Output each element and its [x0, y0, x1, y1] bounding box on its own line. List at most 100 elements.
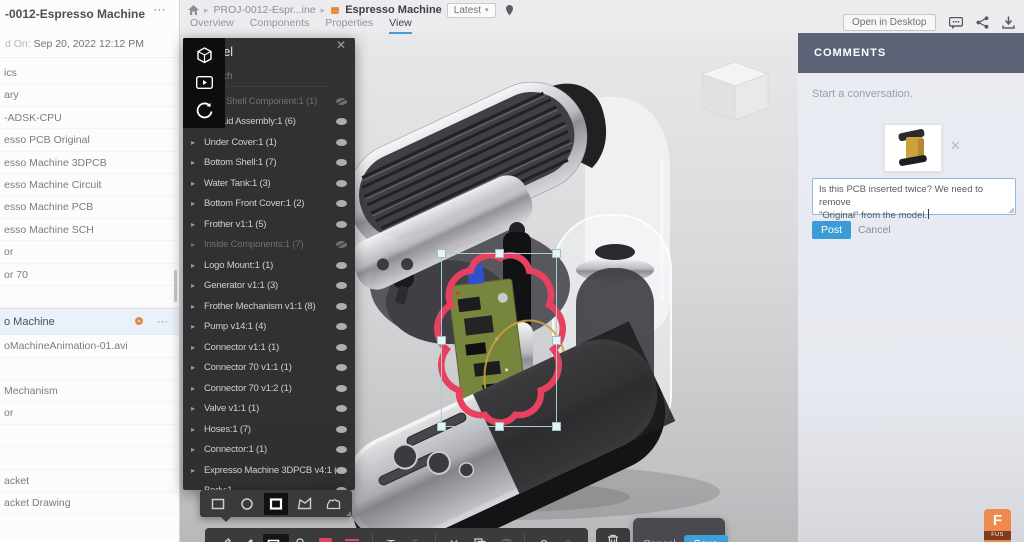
selection-handle[interactable] — [552, 249, 561, 258]
markup-text-style-button[interactable]: T▾ — [404, 534, 430, 542]
sidebar-item[interactable]: ics — [0, 62, 179, 84]
tree-item[interactable]: ▸Bottom Front Cover:1 (2) — [183, 194, 355, 215]
tree-item[interactable]: ▸Logo Mount:1 (1) — [183, 255, 355, 276]
tree-item[interactable]: ▸Pump v14:1 (4) — [183, 317, 355, 338]
cut-button[interactable]: ✕ — [441, 534, 467, 542]
sidebar-item[interactable]: -ADSK-CPU — [0, 107, 179, 129]
chevron-right-icon[interactable]: ▸ — [191, 302, 204, 311]
selection-handle[interactable] — [437, 336, 446, 345]
download-icon[interactable] — [1002, 16, 1015, 29]
sidebar-item-selected[interactable]: o Machine ⋯ — [0, 308, 179, 335]
chevron-right-icon[interactable]: ▸ — [191, 179, 204, 188]
visibility-eye-icon[interactable] — [336, 282, 347, 289]
item-menu-icon[interactable]: ⋯ — [157, 309, 169, 335]
chevron-right-icon[interactable]: ▸ — [191, 404, 204, 413]
chevron-right-icon[interactable]: ▸ — [191, 158, 204, 167]
visibility-off-icon[interactable] — [336, 98, 347, 105]
open-in-desktop-button[interactable]: Open in Desktop — [843, 14, 936, 31]
undo-button[interactable]: ↶ — [530, 534, 556, 542]
tree-item[interactable]: ▸Connector 70 v1:2 (1) — [183, 378, 355, 399]
sidebar-item[interactable]: esso Machine Circuit — [0, 174, 179, 196]
sidebar-item[interactable]: oMachineAnimation-01.avi — [0, 335, 179, 357]
visibility-eye-icon[interactable] — [336, 323, 347, 330]
tab-overview[interactable]: Overview — [190, 17, 234, 34]
shape-ellipse[interactable] — [235, 493, 259, 515]
chevron-right-icon[interactable]: ▸ — [191, 425, 204, 434]
model-browser-icon[interactable] — [191, 44, 217, 68]
sidebar-item[interactable]: Mechanism — [0, 380, 179, 402]
sidebar-item[interactable] — [0, 447, 179, 469]
comment-textarea[interactable]: Is this PCB inserted twice? We need to r… — [812, 178, 1016, 215]
animations-icon[interactable] — [191, 71, 217, 95]
visibility-off-icon[interactable] — [336, 241, 347, 248]
selection-handle[interactable] — [437, 422, 446, 431]
sidebar-item[interactable]: esso PCB Original — [0, 129, 179, 151]
breadcrumb-project[interactable]: PROJ-0012-Espr...ine — [214, 4, 316, 16]
tree-item[interactable]: ▸Connector v1:1 (1) — [183, 337, 355, 358]
markup-selection-box[interactable] — [441, 253, 557, 427]
tree-item[interactable]: ▸Frother v1:1 (5) — [183, 214, 355, 235]
markup-color-swatch[interactable]: ▾ — [315, 534, 341, 542]
tree-item[interactable]: Body:1 — [183, 481, 355, 491]
markup-shape-button[interactable]: ▾ — [263, 534, 289, 542]
visibility-eye-icon[interactable] — [336, 385, 347, 392]
tree-item[interactable]: ▸Connector:1 (1) — [183, 440, 355, 461]
visibility-eye-icon[interactable] — [336, 364, 347, 371]
comment-cancel-button[interactable]: Cancel — [858, 224, 891, 236]
sidebar-item[interactable]: acket — [0, 470, 179, 492]
selection-handle[interactable] — [495, 422, 504, 431]
visibility-eye-icon[interactable] — [336, 139, 347, 146]
markup-text-button[interactable]: T — [378, 534, 404, 542]
visibility-eye-icon[interactable] — [336, 446, 347, 453]
popup-resize-handle[interactable] — [346, 511, 351, 516]
redo-button[interactable]: ↷ — [556, 534, 582, 542]
sidebar-item[interactable]: esso Machine SCH — [0, 219, 179, 241]
sidebar-item[interactable]: or 70 — [0, 264, 179, 286]
sidebar-item[interactable] — [0, 358, 179, 380]
home-icon[interactable] — [188, 5, 199, 15]
visibility-eye-icon[interactable] — [336, 426, 347, 433]
tree-item[interactable]: ▸Inside Components:1 (7) — [183, 235, 355, 256]
tab-view[interactable]: View — [389, 17, 412, 34]
chevron-right-icon[interactable]: ▸ — [191, 261, 204, 270]
markup-cancel-button[interactable]: Cancel — [643, 538, 676, 542]
chevron-right-icon[interactable]: ▸ — [191, 466, 204, 475]
tree-item[interactable]: ▸Generator v1:1 (3) — [183, 276, 355, 297]
markup-save-button[interactable]: Save — [684, 535, 728, 542]
tree-item[interactable]: ▸Hoses:1 (7) — [183, 419, 355, 440]
markup-pencil-button[interactable] — [211, 534, 237, 542]
visibility-eye-icon[interactable] — [336, 405, 347, 412]
tree-item[interactable]: ▸Bottom Shell:1 (7) — [183, 153, 355, 174]
chevron-right-icon[interactable]: ▸ — [191, 199, 204, 208]
tree-item[interactable]: ▸Valve v1:1 (1) — [183, 399, 355, 420]
tree-item[interactable]: ▸Connector 70 v1:1 (1) — [183, 358, 355, 379]
sidebar-item[interactable]: esso Machine PCB — [0, 196, 179, 218]
comment-icon[interactable] — [949, 17, 963, 29]
pin-icon[interactable] — [505, 5, 514, 16]
chevron-right-icon[interactable]: ▸ — [191, 220, 204, 229]
markup-marker-button[interactable]: ▾ — [237, 534, 263, 542]
visibility-eye-icon[interactable] — [336, 200, 347, 207]
shape-polygon[interactable] — [293, 493, 317, 515]
comment-attachment-thumbnail[interactable] — [884, 124, 942, 172]
sidebar-item[interactable]: esso Machine 3DPCB — [0, 152, 179, 174]
visibility-eye-icon[interactable] — [336, 344, 347, 351]
selection-handle[interactable] — [552, 422, 561, 431]
selection-handle[interactable] — [552, 336, 561, 345]
visibility-eye-icon[interactable] — [336, 118, 347, 125]
paste-button[interactable] — [493, 534, 519, 542]
share-icon[interactable] — [976, 16, 989, 29]
chevron-right-icon[interactable]: ▸ — [191, 322, 204, 331]
visibility-eye-icon[interactable] — [336, 221, 347, 228]
chevron-right-icon[interactable]: ▸ — [191, 240, 204, 249]
textarea-resize-handle[interactable] — [1008, 207, 1014, 213]
selection-handle[interactable] — [437, 249, 446, 258]
sidebar-item[interactable] — [0, 286, 179, 308]
visibility-eye-icon[interactable] — [336, 303, 347, 310]
tree-item[interactable]: ▸Frother Mechanism v1:1 (8) — [183, 296, 355, 317]
chevron-right-icon[interactable]: ▸ — [191, 445, 204, 454]
sidebar-menu-icon[interactable]: ⋯ — [153, 2, 167, 18]
sidebar-item[interactable]: ary — [0, 84, 179, 106]
chevron-right-icon[interactable]: ▸ — [191, 343, 204, 352]
markup-line-weight[interactable]: ▾ — [341, 534, 367, 542]
